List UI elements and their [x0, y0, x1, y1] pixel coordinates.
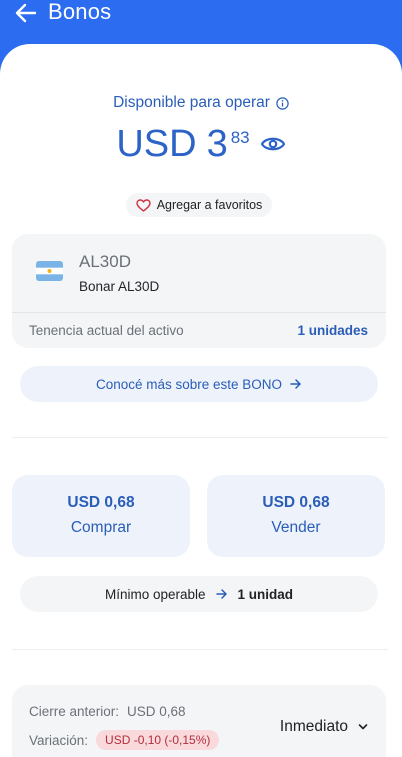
balance-integer: 3 [206, 123, 228, 165]
sell-button[interactable]: USD 0,68 Vender [207, 475, 385, 557]
sell-label: Vender [271, 519, 321, 536]
section-divider [12, 649, 388, 650]
buy-price: USD 0,68 [67, 494, 135, 511]
info-icon[interactable] [276, 96, 289, 110]
prev-close-value: USD 0,68 [127, 704, 186, 719]
section-divider [12, 437, 388, 438]
heart-icon [135, 198, 151, 212]
chevron-down-icon [358, 724, 368, 730]
sell-price: USD 0,68 [262, 494, 330, 511]
minimum-label: Mínimo operable [104, 586, 206, 602]
page-title: Bonos [48, 0, 112, 24]
favorites-label: Agregar a favoritos [156, 198, 263, 212]
balance-currency: USD [116, 123, 197, 165]
asset-ticker: AL30D [79, 252, 131, 271]
market-stats-card: Cierre anterior: USD 0,68 Variación: USD… [12, 685, 386, 757]
back-button[interactable] [12, 0, 40, 26]
learn-more-label: Conocé más sobre este BONO [95, 376, 283, 392]
argentina-flag-icon [36, 261, 63, 281]
arrow-right-icon [290, 379, 301, 389]
balance-amount: USD 3 83 [0, 122, 402, 166]
arrow-right-icon [215, 589, 227, 599]
variation-badge: USD -0,10 (-0,15%) [96, 730, 220, 750]
holding-label: Tenencia actual del activo [29, 323, 184, 338]
settlement-value: Inmediato [279, 718, 348, 735]
asset-name: Bonar AL30D [79, 279, 160, 294]
card-divider [12, 312, 386, 313]
available-label: Disponible para operar [113, 94, 270, 111]
buy-button[interactable]: USD 0,68 Comprar [12, 475, 190, 557]
learn-more-button[interactable]: Conocé más sobre este BONO [20, 366, 378, 402]
add-to-favorites-button[interactable]: Agregar a favoritos [126, 193, 272, 217]
balance-decimals: 83 [230, 128, 250, 147]
prev-close-label: Cierre anterior: [29, 704, 120, 719]
asset-card: AL30D Bonar AL30D Tenencia actual del ac… [12, 234, 386, 348]
minimum-value: 1 unidad [237, 586, 294, 602]
available-to-trade: Disponible para operar [0, 94, 402, 112]
minimum-operable: Mínimo operable 1 unidad [20, 576, 378, 612]
holding-value: 1 unidades [297, 323, 368, 338]
variation-row: Variación: USD -0,10 (-0,15%) [29, 730, 220, 750]
arrow-left-icon [15, 3, 37, 23]
eye-icon[interactable] [260, 132, 286, 156]
buy-label: Comprar [70, 519, 132, 536]
prev-close-row: Cierre anterior: USD 0,68 [29, 704, 186, 719]
variation-label: Variación: [29, 732, 89, 748]
settlement-dropdown[interactable]: Inmediato [280, 718, 368, 736]
